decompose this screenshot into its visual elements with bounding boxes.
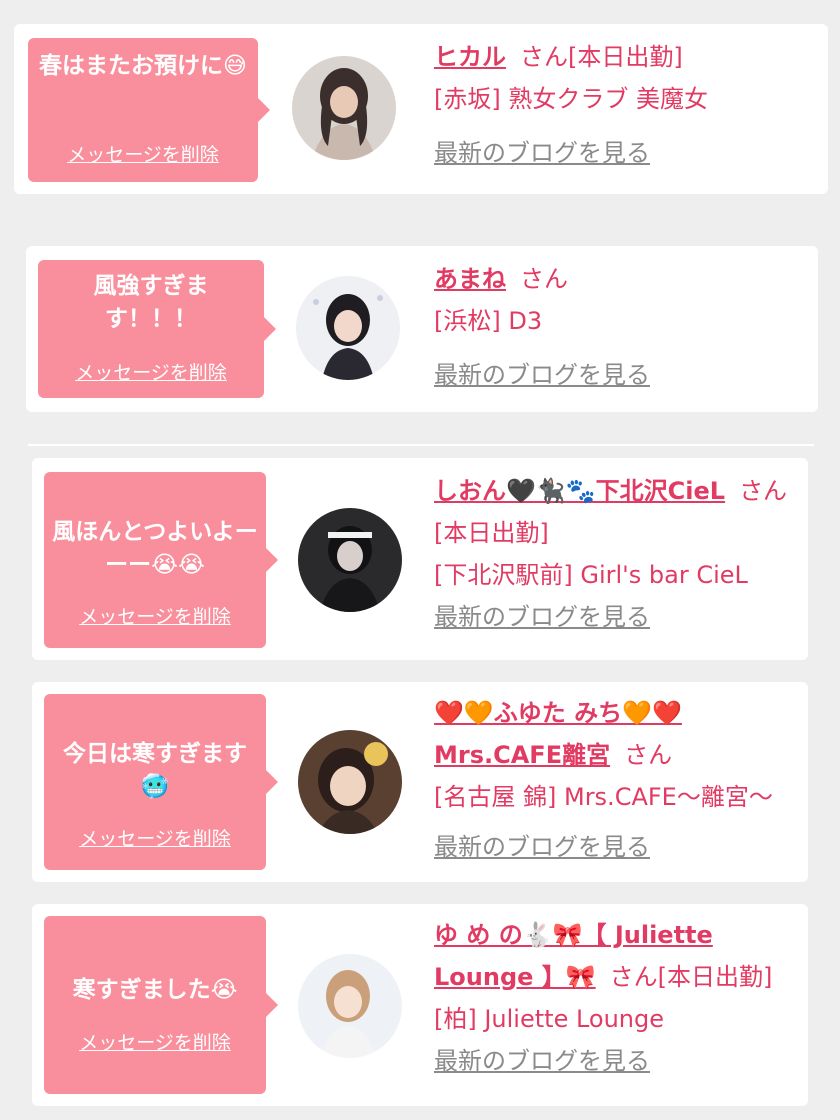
latest-blog-link[interactable]: 最新のブログを見る: [434, 826, 650, 868]
shop-name: [浜松] D3: [434, 307, 543, 335]
message-text: 今日は寒すぎます🥶: [63, 741, 247, 800]
message-card: 春はまたお預けに😅 メッセージを削除 ヒカル さん[本日出勤] [赤坂] 熟女クラ…: [14, 24, 828, 194]
message-text: 春はまたお預けに😅: [39, 53, 247, 79]
avatar[interactable]: [298, 954, 402, 1058]
cast-suffix: さん: [624, 741, 673, 769]
latest-blog-link[interactable]: 最新のブログを見る: [434, 596, 650, 638]
message-card: 風強すぎます！！！ メッセージを削除 あまね さん [浜松] D3 最新のブログを…: [26, 246, 818, 412]
cast-name-link[interactable]: しおん🖤🐈‍⬛🐾下北沢CieL: [434, 477, 725, 505]
delete-message-link[interactable]: メッセージを削除: [44, 824, 266, 851]
latest-blog-link[interactable]: 最新のブログを見る: [434, 132, 650, 174]
delete-message-link[interactable]: メッセージを削除: [44, 602, 266, 629]
cast-suffix: さん[本日出勤]: [520, 43, 683, 71]
cast-info: ヒカル さん[本日出勤] [赤坂] 熟女クラブ 美魔女 最新のブログを見る: [434, 36, 814, 174]
message-card: 今日は寒すぎます🥶 メッセージを削除 ❤️🧡ふゆた みち🧡❤️ Mrs.CAFE…: [32, 682, 808, 882]
message-text: 風強すぎます！！！: [93, 273, 209, 332]
message-bubble: 春はまたお預けに😅 メッセージを削除: [28, 38, 270, 182]
message-card: 風ほんとつよいよーーー😭😭 メッセージを削除 しおん🖤🐈‍⬛🐾下北沢CieL さん…: [32, 458, 808, 660]
shop-name: [下北沢駅前] Girl's bar CieL: [434, 561, 748, 589]
message-bubble: 今日は寒すぎます🥶 メッセージを削除: [44, 694, 278, 870]
avatar[interactable]: [298, 508, 402, 612]
message-card: 寒すぎました😭 メッセージを削除 ゆ め の🐇🎀【 Juliette Loung…: [32, 904, 808, 1106]
shop-name: [赤坂] 熟女クラブ 美魔女: [434, 85, 708, 113]
cast-info: ゆ め の🐇🎀【 Juliette Lounge 】🎀 さん[本日出勤] [柏] …: [434, 914, 798, 1082]
message-text: 風ほんとつよいよーーー😭😭: [52, 519, 258, 578]
shop-name: [柏] Juliette Lounge: [434, 1005, 665, 1033]
cast-info: しおん🖤🐈‍⬛🐾下北沢CieL さん[本日出勤] [下北沢駅前] Girl's b…: [434, 470, 798, 638]
delete-message-link[interactable]: メッセージを削除: [28, 140, 258, 167]
delete-message-link[interactable]: メッセージを削除: [44, 1028, 266, 1055]
cast-suffix: さん[本日出勤]: [609, 963, 773, 991]
latest-blog-link[interactable]: 最新のブログを見る: [434, 1040, 650, 1082]
cast-info: あまね さん [浜松] D3 最新のブログを見る: [434, 258, 804, 396]
avatar[interactable]: [292, 56, 396, 160]
delete-message-link[interactable]: メッセージを削除: [38, 358, 264, 385]
avatar[interactable]: [296, 276, 400, 380]
cast-info: ❤️🧡ふゆた みち🧡❤️ Mrs.CAFE離宮 さん [名古屋 錦] Mrs.CA…: [434, 692, 798, 868]
cast-suffix: さん: [520, 265, 568, 293]
shop-name: [名古屋 錦] Mrs.CAFE〜離宮〜: [434, 783, 773, 811]
divider: [28, 444, 814, 446]
cast-name-link[interactable]: ヒカル: [434, 43, 506, 71]
message-bubble: 寒すぎました😭 メッセージを削除: [44, 916, 278, 1094]
message-text: 寒すぎました😭: [72, 977, 238, 1003]
message-bubble: 風ほんとつよいよーーー😭😭 メッセージを削除: [44, 472, 278, 648]
latest-blog-link[interactable]: 最新のブログを見る: [434, 354, 650, 396]
cast-name-link[interactable]: あまね: [434, 265, 506, 293]
avatar[interactable]: [298, 730, 402, 834]
message-bubble: 風強すぎます！！！ メッセージを削除: [38, 260, 276, 398]
